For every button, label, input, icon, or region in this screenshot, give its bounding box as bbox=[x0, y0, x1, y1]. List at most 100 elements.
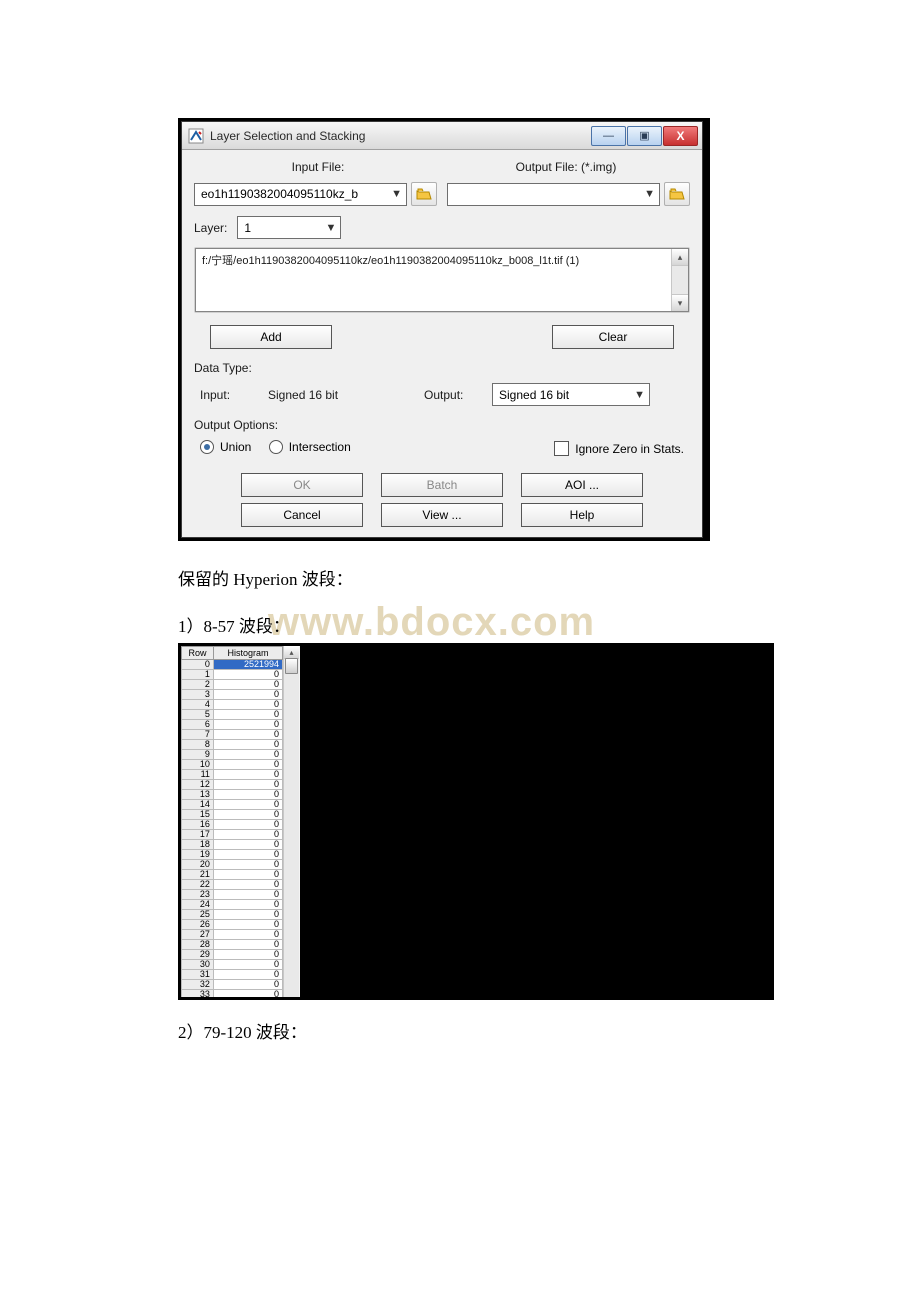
output-file-combo[interactable]: ▼ bbox=[447, 183, 660, 206]
table-row[interactable]: 190 bbox=[182, 850, 283, 860]
layer-label: Layer: bbox=[194, 221, 227, 235]
table-row[interactable]: 200 bbox=[182, 860, 283, 870]
table-row[interactable]: 140 bbox=[182, 800, 283, 810]
table-row[interactable]: 170 bbox=[182, 830, 283, 840]
minimize-button[interactable]: — bbox=[591, 126, 626, 146]
table-row[interactable]: 320 bbox=[182, 980, 283, 990]
chevron-down-icon: ▼ bbox=[319, 222, 336, 234]
table-row[interactable]: 210 bbox=[182, 870, 283, 880]
histogram-value-cell: 0 bbox=[213, 920, 282, 930]
table-row[interactable]: 40 bbox=[182, 700, 283, 710]
ok-label: OK bbox=[293, 478, 310, 492]
table-row[interactable]: 90 bbox=[182, 750, 283, 760]
titlebar: Layer Selection and Stacking — ▣ X bbox=[182, 122, 702, 150]
close-button[interactable]: X bbox=[663, 126, 698, 146]
histogram-value-cell: 0 bbox=[213, 680, 282, 690]
scroll-down-icon[interactable]: ▾ bbox=[672, 294, 688, 311]
histogram-value-cell: 0 bbox=[213, 850, 282, 860]
histogram-header: Histogram bbox=[213, 647, 282, 660]
histogram-value-cell: 0 bbox=[213, 940, 282, 950]
table-row[interactable]: 20 bbox=[182, 680, 283, 690]
table-row[interactable]: 330 bbox=[182, 990, 283, 998]
table-row[interactable]: 300 bbox=[182, 960, 283, 970]
union-radio[interactable]: Union bbox=[200, 440, 251, 454]
clear-label: Clear bbox=[599, 330, 628, 344]
table-row[interactable]: 100 bbox=[182, 760, 283, 770]
help-label: Help bbox=[570, 508, 595, 522]
add-button[interactable]: Add bbox=[210, 325, 332, 349]
table-row[interactable]: 290 bbox=[182, 950, 283, 960]
doc-line-2: 1）8-57 波段： bbox=[178, 612, 744, 637]
table-row[interactable]: 10 bbox=[182, 670, 283, 680]
histogram-scrollbar[interactable]: ▴ bbox=[283, 646, 299, 997]
row-index-cell: 9 bbox=[182, 750, 214, 760]
minimize-icon: — bbox=[603, 130, 614, 142]
table-row[interactable]: 250 bbox=[182, 910, 283, 920]
histogram-value-cell: 0 bbox=[213, 880, 282, 890]
table-row[interactable]: 220 bbox=[182, 880, 283, 890]
view-button[interactable]: View ... bbox=[381, 503, 503, 527]
layer-combo[interactable]: 1 ▼ bbox=[237, 216, 341, 239]
close-icon: X bbox=[676, 129, 684, 143]
table-row[interactable]: 160 bbox=[182, 820, 283, 830]
histogram-panel: Row Histogram 02521994102030405060708090… bbox=[181, 646, 300, 997]
input-file-value: eo1h1190382004095110kz_b bbox=[201, 187, 358, 201]
table-row[interactable]: 110 bbox=[182, 770, 283, 780]
row-index-cell: 8 bbox=[182, 740, 214, 750]
dialog-title: Layer Selection and Stacking bbox=[210, 129, 365, 143]
table-row[interactable]: 02521994 bbox=[182, 660, 283, 670]
row-index-cell: 4 bbox=[182, 700, 214, 710]
histogram-value-cell: 0 bbox=[213, 770, 282, 780]
table-row[interactable]: 180 bbox=[182, 840, 283, 850]
maximize-button[interactable]: ▣ bbox=[627, 126, 662, 146]
table-row[interactable]: 270 bbox=[182, 930, 283, 940]
table-row[interactable]: 50 bbox=[182, 710, 283, 720]
histogram-value-cell: 0 bbox=[213, 730, 282, 740]
table-row[interactable]: 80 bbox=[182, 740, 283, 750]
row-index-cell: 15 bbox=[182, 810, 214, 820]
scrollbar[interactable]: ▴ ▾ bbox=[671, 249, 688, 311]
browse-output-button[interactable] bbox=[664, 182, 690, 206]
output-options-label: Output Options: bbox=[194, 418, 690, 432]
scroll-up-icon[interactable]: ▴ bbox=[672, 249, 688, 266]
input-file-combo[interactable]: eo1h1190382004095110kz_b ▼ bbox=[194, 183, 407, 206]
table-row[interactable]: 60 bbox=[182, 720, 283, 730]
cancel-button[interactable]: Cancel bbox=[241, 503, 363, 527]
table-row[interactable]: 30 bbox=[182, 690, 283, 700]
help-button[interactable]: Help bbox=[521, 503, 643, 527]
scroll-thumb[interactable] bbox=[285, 658, 298, 674]
output-dt-combo[interactable]: Signed 16 bit ▼ bbox=[492, 383, 650, 406]
row-index-cell: 1 bbox=[182, 670, 214, 680]
row-index-cell: 29 bbox=[182, 950, 214, 960]
intersection-radio[interactable]: Intersection bbox=[269, 440, 351, 454]
row-index-cell: 27 bbox=[182, 930, 214, 940]
table-row[interactable]: 130 bbox=[182, 790, 283, 800]
table-row[interactable]: 240 bbox=[182, 900, 283, 910]
maximize-icon: ▣ bbox=[639, 129, 649, 142]
view-label: View ... bbox=[422, 508, 461, 522]
folder-open-icon bbox=[669, 187, 685, 201]
browse-input-button[interactable] bbox=[411, 182, 437, 206]
table-row[interactable]: 260 bbox=[182, 920, 283, 930]
histogram-value-cell: 0 bbox=[213, 690, 282, 700]
output-dt-label: Output: bbox=[424, 388, 476, 402]
table-row[interactable]: 280 bbox=[182, 940, 283, 950]
table-row[interactable]: 120 bbox=[182, 780, 283, 790]
chevron-down-icon: ▼ bbox=[385, 188, 402, 200]
layer-list[interactable]: f:/宁瑶/eo1h1190382004095110kz/eo1h1190382… bbox=[195, 248, 689, 312]
row-index-cell: 33 bbox=[182, 990, 214, 998]
row-index-cell: 21 bbox=[182, 870, 214, 880]
batch-button[interactable]: Batch bbox=[381, 473, 503, 497]
row-index-cell: 22 bbox=[182, 880, 214, 890]
clear-button[interactable]: Clear bbox=[552, 325, 674, 349]
table-row[interactable]: 70 bbox=[182, 730, 283, 740]
histogram-value-cell: 0 bbox=[213, 810, 282, 820]
ok-button[interactable]: OK bbox=[241, 473, 363, 497]
histogram-value-cell: 0 bbox=[213, 930, 282, 940]
table-row[interactable]: 230 bbox=[182, 890, 283, 900]
ignore-zero-checkbox[interactable]: Ignore Zero in Stats. bbox=[554, 441, 684, 456]
table-row[interactable]: 310 bbox=[182, 970, 283, 980]
table-row[interactable]: 150 bbox=[182, 810, 283, 820]
aoi-button[interactable]: AOI ... bbox=[521, 473, 643, 497]
row-index-cell: 32 bbox=[182, 980, 214, 990]
